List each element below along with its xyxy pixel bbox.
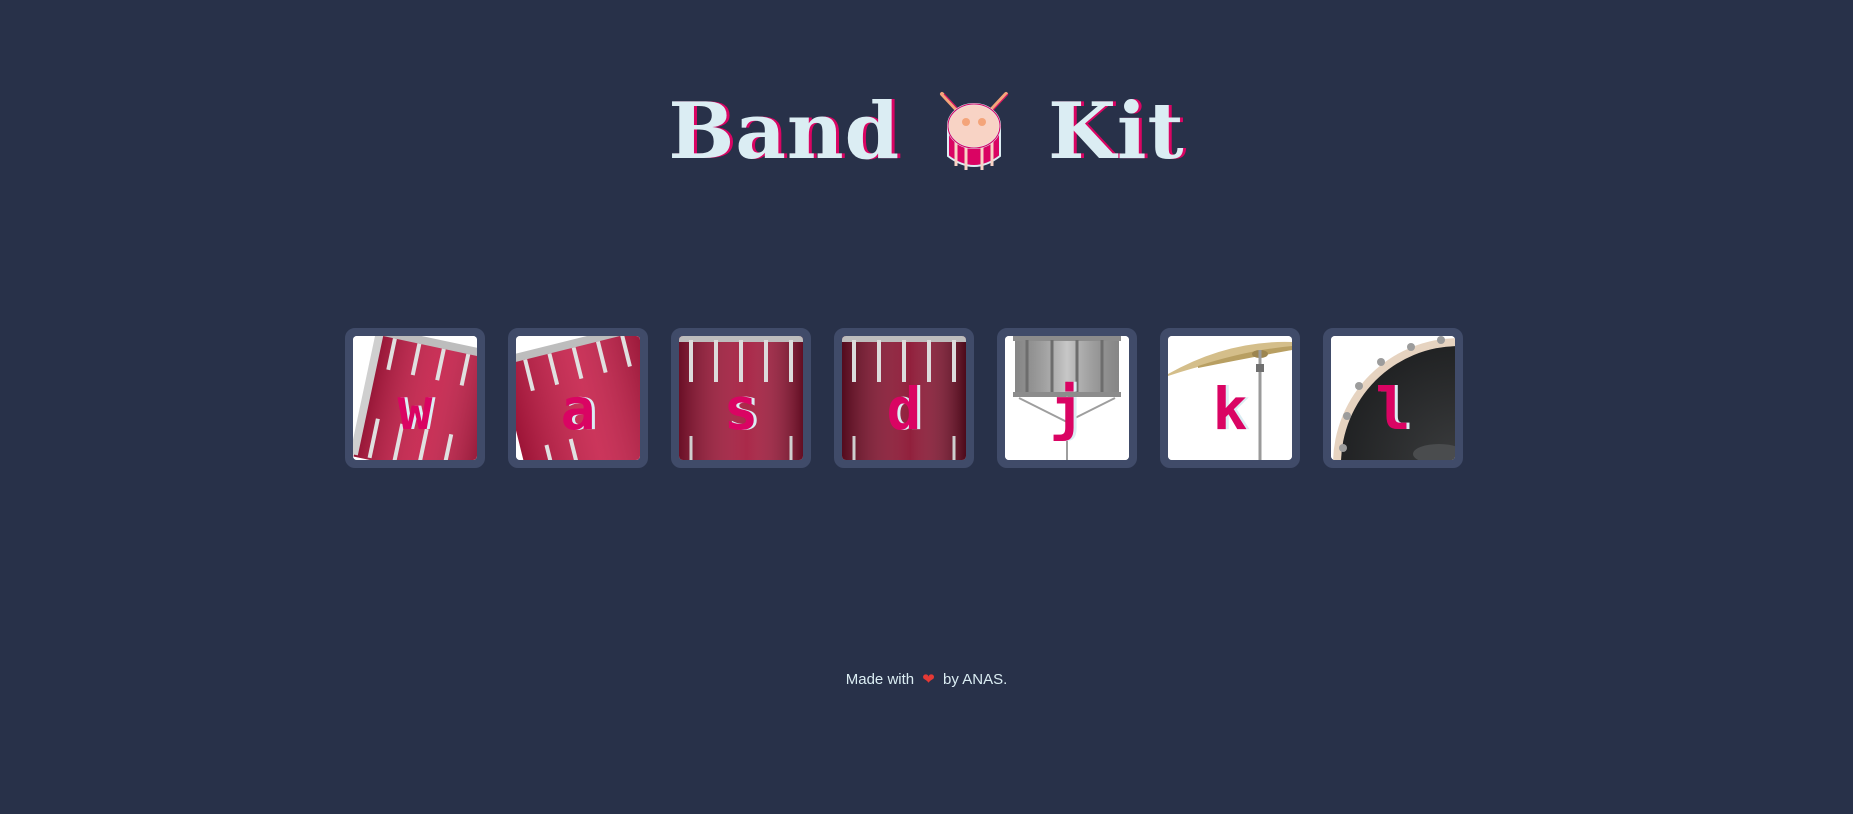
title-word-kit: Kit (1048, 86, 1185, 178)
drum-button-j[interactable]: j (997, 328, 1137, 468)
drum-button-s[interactable]: s (671, 328, 811, 468)
heart-icon: ❤ (922, 671, 935, 688)
drum-key-label: w (397, 375, 433, 443)
title-word-band: Band (668, 86, 901, 178)
footer-prefix: Made with (845, 671, 915, 688)
drum-key-label: s (723, 375, 759, 443)
drum-button-d[interactable]: d (834, 328, 974, 468)
drum-key-label: k (1212, 375, 1248, 443)
drum-icon (934, 90, 1014, 174)
drum-key-label: j (1049, 375, 1085, 443)
drum-key-label: a (560, 375, 596, 443)
footer: Made with ❤ by ANAS. (0, 670, 1853, 690)
drum-key-label: d (886, 375, 922, 443)
page-title: Band Kit (0, 82, 1853, 182)
drum-button-a[interactable]: a (508, 328, 648, 468)
drum-key-label: l (1375, 375, 1411, 443)
footer-suffix: by ANAS. (943, 671, 1008, 688)
drum-set: w a s d j k l (345, 328, 1463, 468)
drum-button-w[interactable]: w (345, 328, 485, 468)
drum-button-l[interactable]: l (1323, 328, 1463, 468)
drum-button-k[interactable]: k (1160, 328, 1300, 468)
